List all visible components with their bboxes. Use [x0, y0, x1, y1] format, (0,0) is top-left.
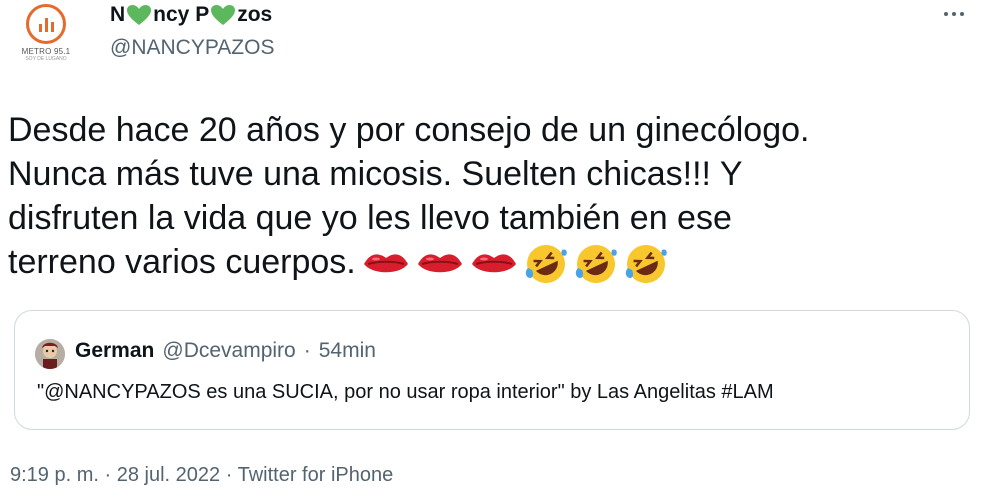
- more-options-button[interactable]: [939, 4, 969, 24]
- quoted-tweet-card[interactable]: German @Dcevampiro · 54min "@NANCYPAZOS …: [14, 310, 970, 430]
- quoted-tweet-time[interactable]: 54min: [319, 339, 376, 363]
- name-part-2: ncy P: [153, 3, 210, 26]
- author-display-name[interactable]: N ncy P zos: [110, 0, 272, 30]
- author-handle[interactable]: @NANCYPAZOS: [110, 36, 274, 60]
- quoted-author-avatar[interactable]: [35, 339, 65, 369]
- green-heart-icon: [126, 4, 152, 26]
- rolling-laughing-icon: [625, 245, 667, 284]
- emoji-row: [362, 242, 668, 286]
- name-part-1: N: [110, 3, 126, 26]
- separator: ·: [104, 464, 112, 486]
- quoted-author-name[interactable]: German: [75, 339, 154, 363]
- tweet-text: Desde hace 20 años y por consejo de un g…: [8, 108, 968, 286]
- rolling-laughing-icon: [525, 245, 567, 284]
- avatar-logo-subtext: SOY DE LUGANO: [25, 56, 67, 62]
- kiss-mark-icon: [471, 254, 516, 273]
- kiss-mark-icon: [363, 254, 408, 273]
- separator: ·: [303, 339, 311, 362]
- tweet-source[interactable]: Twitter for iPhone: [238, 464, 394, 486]
- rolling-laughing-icon: [575, 245, 617, 284]
- tweet-time[interactable]: 9:19 p. m.: [10, 464, 99, 486]
- kiss-mark-icon: [417, 254, 462, 273]
- quoted-tweet-text: "@NANCYPAZOS es una SUCIA, por no usar r…: [37, 381, 774, 403]
- quoted-author-handle[interactable]: @Dcevampiro: [162, 339, 295, 363]
- more-horizontal-icon: [944, 12, 948, 16]
- profile-avatar[interactable]: METRO 95.1 SOY DE LUGANO: [14, 2, 78, 66]
- avatar-logo-text: METRO 95.1: [21, 47, 71, 56]
- tweet-footer: 9:19 p. m. · 28 jul. 2022 · Twitter for …: [10, 464, 393, 487]
- tweet-date[interactable]: 28 jul. 2022: [117, 464, 220, 486]
- quoted-tweet-header: German @Dcevampiro · 54min: [75, 339, 376, 363]
- green-heart-icon: [210, 4, 236, 26]
- name-part-3: zos: [237, 3, 273, 26]
- separator: ·: [225, 464, 233, 486]
- radio-logo-icon: [26, 4, 66, 44]
